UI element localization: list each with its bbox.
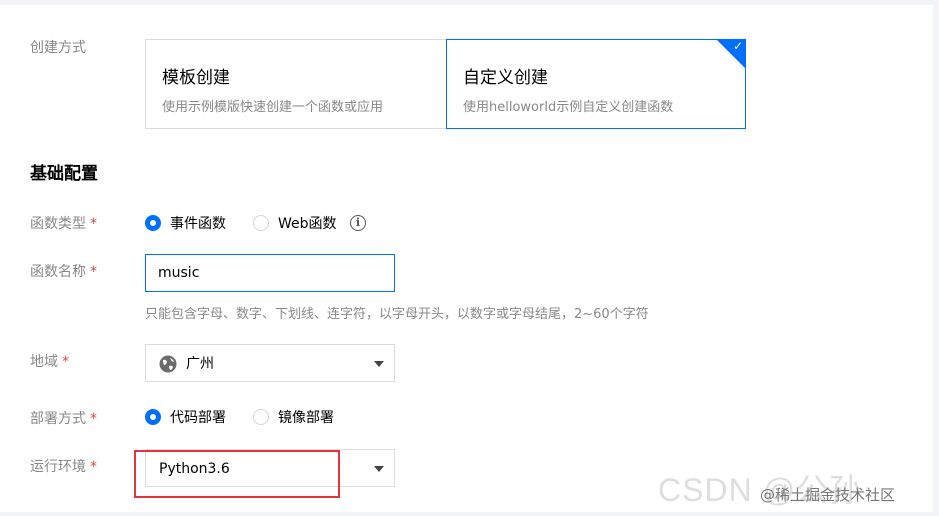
region-label: 地域 * — [30, 354, 69, 370]
region-value: 广州 — [186, 356, 214, 372]
template-create-card[interactable]: 模板创建 使用示例模版快速创建一个函数或应用 — [145, 39, 446, 129]
custom-create-card[interactable]: 自定义创建 使用helloworld示例自定义创建函数 ✓ — [446, 39, 746, 129]
creation-method-label: 创建方式 — [30, 40, 86, 56]
radio-unchecked-icon — [253, 215, 269, 231]
required-mark: * — [90, 216, 97, 232]
runtime-select[interactable]: Python3.6 — [145, 449, 395, 487]
function-name-hint: 只能包含字母、数字、下划线、连字符，以字母开头，以数字或字母结尾，2~60个字符 — [145, 307, 649, 322]
region-select[interactable]: 广州 — [145, 344, 395, 382]
runtime-value: Python3.6 — [159, 461, 230, 477]
chevron-down-icon — [374, 466, 384, 472]
function-name-label: 函数名称 * — [30, 264, 97, 280]
chevron-down-icon — [374, 361, 384, 367]
function-name-input[interactable] — [145, 254, 395, 292]
runtime-label: 运行环境 * — [30, 459, 97, 475]
custom-create-title: 自定义创建 — [463, 68, 548, 88]
info-icon[interactable]: i — [350, 215, 366, 231]
juejin-watermark: @稀土掘金技术社区 — [760, 486, 896, 504]
globe-icon — [159, 355, 177, 373]
deploy-method-label: 部署方式 * — [30, 411, 97, 427]
required-mark: * — [90, 264, 97, 280]
function-type-label: 函数类型 * — [30, 216, 97, 232]
checkmark-icon: ✓ — [732, 39, 743, 53]
template-create-title: 模板创建 — [162, 68, 230, 88]
radio-checked-icon — [145, 409, 161, 425]
required-mark: * — [62, 354, 69, 370]
template-create-desc: 使用示例模版快速创建一个函数或应用 — [162, 100, 384, 115]
radio-unchecked-icon — [253, 409, 269, 425]
required-mark: * — [90, 459, 97, 475]
radio-checked-icon — [145, 215, 161, 231]
custom-create-desc: 使用helloworld示例自定义创建函数 — [463, 100, 674, 115]
section-title-basic-config: 基础配置 — [30, 164, 98, 184]
form-panel: 创建方式 模板创建 使用示例模版快速创建一个函数或应用 自定义创建 使用hell… — [0, 5, 933, 512]
required-mark: * — [90, 411, 97, 427]
